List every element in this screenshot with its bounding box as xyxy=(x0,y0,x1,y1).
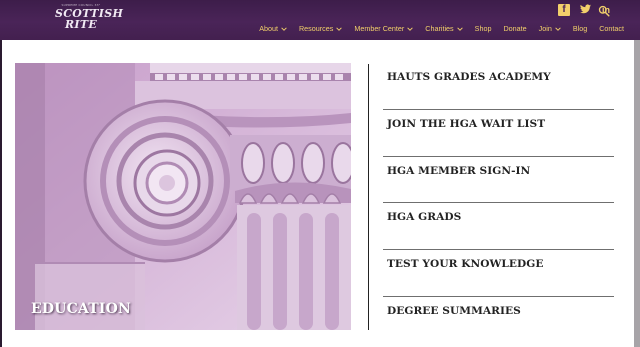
logo-line-2: RITE xyxy=(64,18,98,31)
nav-contact-label: Contact xyxy=(599,24,624,33)
nav-member-center-label: Member Center xyxy=(354,24,405,33)
link-join-hga-wait-list[interactable]: JOIN THE HGA WAIT LIST xyxy=(383,110,614,157)
nav-blog[interactable]: Blog xyxy=(567,23,593,35)
education-hero-image[interactable]: EDUCATION xyxy=(15,63,351,330)
logo-tagline: SUPREME COUNCIL 33° xyxy=(61,3,101,7)
twitter-icon[interactable] xyxy=(579,4,591,16)
left-page-edge xyxy=(0,40,2,347)
nav-donate-label: Donate xyxy=(503,24,527,33)
education-link-list: HAUTS GRADES ACADEMY JOIN THE HGA WAIT L… xyxy=(383,63,614,344)
link-hga-member-sign-in[interactable]: HGA MEMBER SIGN-IN xyxy=(383,157,614,204)
hero-caption: EDUCATION xyxy=(31,301,132,317)
nav-donate[interactable]: Donate xyxy=(497,23,532,35)
nav-resources-label: Resources xyxy=(298,24,334,33)
nav-about[interactable]: About xyxy=(253,23,293,35)
search-icon[interactable] xyxy=(598,5,610,17)
nav-contact[interactable]: Contact xyxy=(593,23,630,35)
scrollbar[interactable] xyxy=(634,40,640,347)
chevron-down-icon xyxy=(281,27,287,31)
link-label: DEGREE SUMMARIES xyxy=(387,304,521,317)
chevron-down-icon xyxy=(407,27,414,31)
link-hga-grads[interactable]: HGA GRADS xyxy=(383,203,614,251)
nav-shop-label: Shop xyxy=(474,24,492,33)
nav-join[interactable]: Join xyxy=(533,23,567,35)
facebook-icon[interactable]: f xyxy=(558,4,570,16)
site-header: SUPREME COUNCIL 33° SCOTTISH RITE f in A… xyxy=(0,0,640,40)
link-label: JOIN THE HGA WAIT LIST xyxy=(387,117,546,130)
chevron-down-icon xyxy=(456,27,463,31)
link-test-your-knowledge[interactable]: TEST YOUR KNOWLEDGE xyxy=(383,250,614,297)
nav-charities[interactable]: Charities xyxy=(419,23,468,35)
main-nav: About Resources Member Center Charities … xyxy=(253,23,630,35)
nav-about-label: About xyxy=(259,24,278,33)
nav-charities-label: Charities xyxy=(425,24,454,33)
nav-join-label: Join xyxy=(538,24,552,33)
ionic-column-illustration xyxy=(15,63,351,330)
nav-member-center[interactable]: Member Center xyxy=(348,23,419,35)
link-degree-summaries[interactable]: DEGREE SUMMARIES xyxy=(383,297,614,344)
scottish-rite-logo[interactable]: SUPREME COUNCIL 33° SCOTTISH RITE xyxy=(55,3,123,32)
vertical-divider xyxy=(368,64,369,330)
nav-shop[interactable]: Shop xyxy=(469,23,498,35)
link-label: HGA GRADS xyxy=(387,211,462,224)
nav-resources[interactable]: Resources xyxy=(293,23,348,35)
chevron-down-icon xyxy=(336,27,343,31)
link-hauts-grades-academy[interactable]: HAUTS GRADES ACADEMY xyxy=(383,63,614,110)
link-label: TEST YOUR KNOWLEDGE xyxy=(387,258,544,271)
link-label: HGA MEMBER SIGN-IN xyxy=(387,164,531,177)
nav-blog-label: Blog xyxy=(572,24,588,33)
chevron-down-icon xyxy=(555,27,561,31)
link-label: HAUTS GRADES ACADEMY xyxy=(387,71,551,83)
